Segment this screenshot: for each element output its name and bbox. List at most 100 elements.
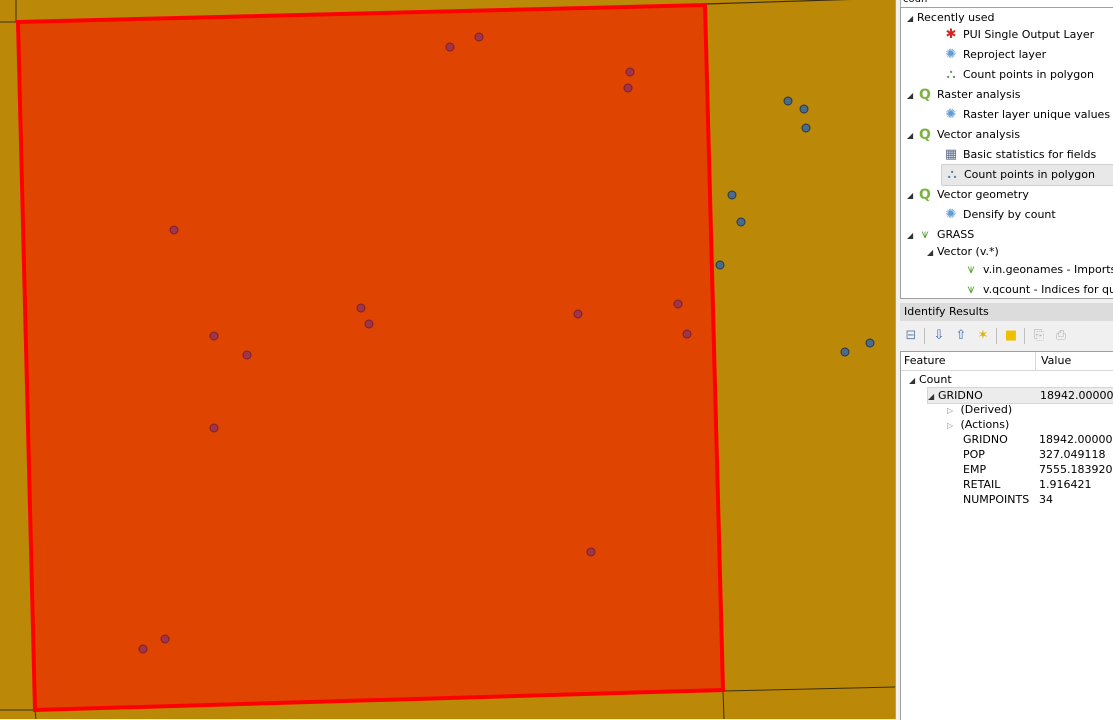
expand-arrow-icon[interactable]: ◢	[928, 389, 938, 404]
point-inside-polygon[interactable]	[138, 644, 148, 654]
attribute-row[interactable]: POP 327.049118	[963, 447, 1113, 462]
map-canvas[interactable]	[0, 0, 895, 719]
tool-basic-statistics[interactable]: ▦ Basic statistics for fields	[943, 145, 1096, 165]
tool-count-points-recent[interactable]: ⛬ Count points in polygon	[943, 65, 1094, 85]
grass-icon: ⩛	[967, 282, 975, 297]
grid-line	[722, 686, 895, 692]
expand-arrow-icon[interactable]: ◢	[907, 86, 917, 106]
layer-row[interactable]: ◢ Count	[909, 372, 952, 387]
tool-label: Densify by count	[963, 208, 1056, 221]
model-icon: ✱	[945, 27, 957, 42]
point-inside-polygon[interactable]	[169, 225, 179, 235]
count-points-icon: ⛬	[947, 167, 957, 182]
expand-new-results-icon[interactable]: ✶	[974, 327, 992, 345]
layer-name: Count	[919, 373, 952, 386]
results-header: Feature Value	[901, 352, 1113, 371]
identify-results-tree[interactable]: Feature Value ◢ Count ◢ GRIDNO 18942.00000 …	[900, 351, 1113, 720]
point-inside-polygon[interactable]	[445, 42, 455, 52]
point-outside-polygon[interactable]	[736, 217, 746, 227]
point-inside-polygon[interactable]	[625, 67, 635, 77]
derived-label: (Derived)	[960, 403, 1013, 416]
collapsed-arrow-icon[interactable]: ▷	[947, 403, 957, 418]
map-svg	[0, 0, 895, 719]
point-inside-polygon[interactable]	[209, 423, 219, 433]
table-icon: ▦	[944, 147, 958, 162]
attribute-name: RETAIL	[963, 478, 1001, 491]
expand-arrow-icon[interactable]: ◢	[909, 373, 919, 388]
actions-row[interactable]: ▷ (Actions)	[947, 417, 1009, 432]
point-inside-polygon[interactable]	[160, 634, 170, 644]
column-feature[interactable]: Feature	[904, 354, 946, 367]
tool-label: v.qcount - Indices for quadrat counts of…	[983, 283, 1113, 296]
toolbar-separator	[1024, 328, 1025, 344]
point-outside-polygon[interactable]	[727, 190, 737, 200]
tool-raster-unique-values[interactable]: ✺ Raster layer unique values report	[943, 105, 1113, 125]
attribute-name: EMP	[963, 463, 987, 476]
qgis-icon: Q	[919, 87, 931, 103]
point-outside-polygon[interactable]	[801, 123, 811, 133]
point-inside-polygon[interactable]	[673, 299, 683, 309]
group-label: Vector (v.*)	[937, 245, 999, 258]
expand-all-icon[interactable]: ⇩	[930, 327, 948, 345]
toolbar-separator	[996, 328, 997, 344]
attribute-value: 34	[1039, 493, 1053, 506]
column-divider[interactable]	[1035, 352, 1036, 370]
point-inside-polygon[interactable]	[573, 309, 583, 319]
attribute-value: 7555.183920	[1039, 463, 1113, 476]
point-outside-polygon[interactable]	[783, 96, 793, 106]
group-raster-analysis[interactable]: ◢ Q Raster analysis	[907, 85, 1021, 105]
actions-label: (Actions)	[960, 418, 1010, 431]
attribute-row[interactable]: EMP 7555.183920	[963, 462, 1113, 477]
attribute-row[interactable]: NUMPOINTS 34	[963, 492, 1113, 507]
clear-results-icon[interactable]: ■	[1002, 327, 1020, 345]
point-inside-polygon[interactable]	[586, 547, 596, 557]
point-inside-polygon[interactable]	[364, 319, 374, 329]
expand-arrow-icon[interactable]: ◢	[907, 226, 917, 246]
group-label: Recently used	[917, 11, 995, 24]
tool-pui-single-output[interactable]: ✱ PUI Single Output Layer	[943, 25, 1095, 45]
point-outside-polygon[interactable]	[865, 338, 875, 348]
attribute-row[interactable]: RETAIL 1.916421	[963, 477, 1113, 492]
point-inside-polygon[interactable]	[209, 331, 219, 341]
attribute-row[interactable]: GRIDNO 18942.00000	[963, 432, 1113, 447]
point-outside-polygon[interactable]	[799, 104, 809, 114]
expand-tree-icon[interactable]: ⊟	[902, 327, 920, 345]
tool-label: Raster layer unique values report	[963, 108, 1113, 121]
expand-arrow-icon[interactable]: ◢	[907, 9, 917, 29]
point-outside-polygon[interactable]	[715, 260, 725, 270]
point-inside-polygon[interactable]	[242, 350, 252, 360]
group-vector-geometry[interactable]: ◢ Q Vector geometry	[907, 185, 1029, 205]
point-inside-polygon[interactable]	[623, 83, 633, 93]
point-inside-polygon[interactable]	[356, 303, 366, 313]
gear-icon: ✺	[945, 47, 957, 62]
point-inside-polygon[interactable]	[474, 32, 484, 42]
tool-densify-by-count[interactable]: ✺ Densify by count	[943, 205, 1056, 225]
group-vector-analysis[interactable]: ◢ Q Vector analysis	[907, 125, 1020, 145]
column-value[interactable]: Value	[1041, 354, 1071, 367]
attribute-name: POP	[963, 448, 985, 461]
tool-v-in-geonames[interactable]: ⩛ v.in.geonames - Imports geonames.org co…	[963, 260, 1113, 280]
collapsed-arrow-icon[interactable]: ▷	[947, 418, 957, 433]
grass-icon: ⩛	[967, 262, 975, 277]
point-outside-polygon[interactable]	[840, 347, 850, 357]
selected-polygon[interactable]	[15, 2, 726, 713]
collapse-all-icon[interactable]: ⇧	[952, 327, 970, 345]
tool-count-points-selected[interactable]: ⛬ Count points in polygon	[941, 164, 1113, 186]
processing-toolbox-tree[interactable]: ◢ Recently used ✱ PUI Single Output Layer …	[900, 7, 1113, 299]
print-icon[interactable]: ⎙	[1052, 327, 1070, 345]
tool-label: Reproject layer	[963, 48, 1047, 61]
copy-icon[interactable]: ⎘	[1030, 327, 1048, 345]
tool-reproject-layer[interactable]: ✺ Reproject layer	[943, 45, 1047, 65]
point-inside-polygon[interactable]	[682, 329, 692, 339]
gear-icon: ✺	[945, 207, 957, 222]
expand-arrow-icon[interactable]: ◢	[907, 186, 917, 206]
subgroup-vector-v[interactable]: ◢ Vector (v.*)	[927, 242, 999, 262]
tool-v-qcount[interactable]: ⩛ v.qcount - Indices for quadrat counts o…	[963, 280, 1113, 298]
expand-arrow-icon[interactable]: ◢	[927, 243, 937, 263]
tool-label: Count points in polygon	[964, 168, 1095, 181]
side-panel: coun ◢Recently used ✱PUI Single Output L…	[895, 0, 1113, 720]
tool-label: Count points in polygon	[963, 68, 1094, 81]
identify-toolbar: ⊟ ⇩ ⇧ ✶ ■ ⎘ ⎙	[900, 324, 1113, 348]
derived-row[interactable]: ▷ (Derived)	[947, 402, 1012, 417]
expand-arrow-icon[interactable]: ◢	[907, 126, 917, 146]
